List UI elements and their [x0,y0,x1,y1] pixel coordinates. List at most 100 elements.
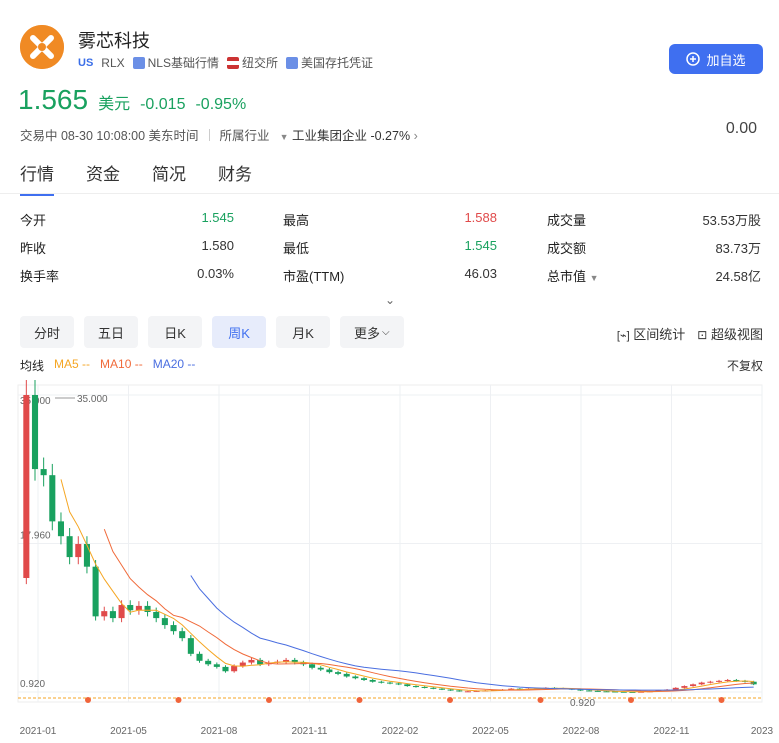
period-selector: 分时 五日 日K 周K 月K 更多 ⌵ [20,316,404,348]
add-watchlist-button[interactable]: 加自选 [669,44,763,74]
price-change-pct: -0.95% [195,96,247,113]
candle-body [222,666,229,672]
industry-label: 所属行业 [219,129,270,143]
status-row: 交易中 08-30 10:08:00 美东时间 所属行业 ▼ 工业集团企业 -0… [20,125,418,144]
ma10-legend: MA10 -- [100,357,143,371]
candle-body [153,611,160,619]
x-axis-label: 2021-11 [292,726,328,737]
candle-body [360,678,368,680]
ma5-line [60,479,754,693]
candle-body [40,469,47,476]
tab-funds[interactable]: 资金 [86,160,120,196]
stat-high: 最高 1.588 [283,210,497,228]
candle-body [698,682,705,685]
stats-grid: 今开 1.545 昨收 1.580 换手率 0.03% 最高 1.588 最低 1.545… [20,210,779,290]
candle-body [430,687,437,689]
candle-body [231,666,238,672]
period-daily[interactable]: 日K [148,316,203,348]
x-axis-label: 2021-05 [110,726,147,737]
candle-body [101,611,108,617]
candle-body [49,475,56,522]
divider [208,128,210,141]
x-axis-label: 2022-05 [472,726,509,737]
candle-body [603,691,610,693]
stat-amount: 成交额 83.73万 [547,241,761,256]
chart-tools: [⌁] 区间统计 ⊡ 超级视图 [617,324,763,343]
ma-label: 均线 [20,359,45,373]
range-stats-button[interactable]: [⌁] 区间统计 [617,324,685,343]
event-dot [628,697,634,703]
candle-body [335,672,342,674]
x-axis-label: 2022-08 [563,726,600,737]
candle-body [707,681,714,683]
candle-body [395,683,402,685]
stat-volume: 成交量 53.53万股 [547,213,761,228]
candle-body [109,611,116,619]
candle-body [716,680,723,682]
nls-icon [132,57,145,69]
event-dot [266,697,272,703]
tab-profile[interactable]: 简况 [152,160,186,196]
period-more[interactable]: 更多 ⌵ [340,316,404,348]
candle-body [213,664,220,667]
candle-body [421,686,428,688]
candle-body [92,566,99,617]
chevron-down-icon: ⌵ [382,326,390,338]
adr-icon [286,57,298,69]
candle-body [187,638,194,654]
candle-body [447,689,454,691]
ma-legend: 均线 MA5 -- MA10 -- MA20 -- [20,357,195,374]
tab-finance[interactable]: 财务 [218,160,252,196]
stat-low: 最低 1.545 [283,238,497,256]
period-monthly[interactable]: 月K [276,316,331,348]
candle-body [179,631,186,639]
event-dot [356,697,363,703]
candle-body [66,536,73,558]
candle-body [118,605,125,619]
stat-pe: 市盈(TTM) 46.03 [283,266,497,284]
candle-body [144,605,151,612]
x-axis-label: 2022-11 [654,726,690,737]
adjust-mode[interactable]: 不复权 [727,357,763,374]
triangle-down-icon: ▼ [279,132,289,142]
event-dot [537,697,544,703]
period-weekly[interactable]: 周K [212,316,267,348]
candle-body [75,544,82,558]
main-tabs: 行情 资金 简况 财务 [20,160,252,196]
tab-divider [0,193,779,194]
ma20-legend: MA20 -- [152,357,196,371]
currency: 美元 [98,96,131,113]
candle-body [161,618,168,626]
right-value: 0.00 [725,120,757,137]
industry-link[interactable]: ▼ 工业集团企业 -0.27% › [280,125,418,144]
stat-prev-close: 昨收 1.580 [20,238,234,256]
candle-body [83,544,90,567]
tab-quote[interactable]: 行情 [20,160,54,196]
period-intraday[interactable]: 分时 [20,316,75,348]
plus-circle-icon [686,52,701,66]
range-icon: [⌁] [616,330,630,342]
ma10-line [103,529,754,692]
candle-body [412,686,420,688]
candle-body [369,679,376,682]
trade-status: 交易中 08-30 10:08:00 美东时间 [20,129,199,143]
period-5day[interactable]: 五日 [84,316,139,348]
expand-view-icon: ⊡ [697,328,708,342]
candle-body [352,676,359,679]
event-dot [85,697,91,703]
ticker: RLX [101,55,125,70]
event-dot [447,697,453,703]
x-axis-label: 2021-01 [20,726,57,737]
super-view-button[interactable]: ⊡ 超级视图 [697,324,763,343]
candle-body [309,664,316,668]
candle-body [586,690,593,692]
candle-body [57,521,64,537]
x-axis-label: 2022-02 [382,726,419,737]
candle-body [438,688,445,690]
expand-stats-chevron-icon[interactable]: ⌄ [385,293,395,307]
low-marker-label: 0.920 [570,698,595,709]
kline-chart[interactable]: 35.00017.9600.92035.0000.9202021-012021-… [0,380,779,743]
candle-body [672,687,679,690]
stat-turnover: 换手率 0.03% [20,266,234,284]
candle-body [378,681,385,683]
